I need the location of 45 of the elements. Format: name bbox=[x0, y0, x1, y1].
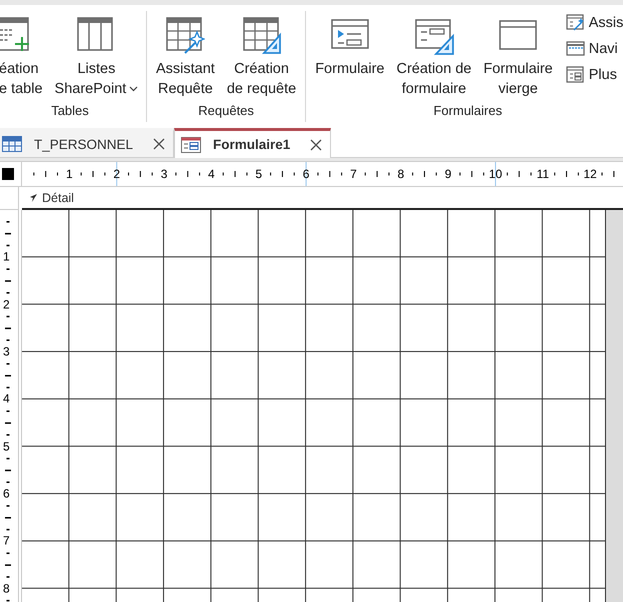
close-icon[interactable] bbox=[310, 138, 322, 150]
ruler-number: 7 bbox=[3, 534, 10, 548]
table-ruler-icon bbox=[242, 15, 282, 55]
ruler-number: 8 bbox=[3, 582, 10, 596]
ruler-number: 4 bbox=[208, 168, 215, 181]
ruler-number: 6 bbox=[302, 168, 310, 181]
ruler-number: 1 bbox=[66, 168, 73, 181]
ribbon-button[interactable]: Listes SharePoint bbox=[52, 11, 142, 101]
close-icon[interactable] bbox=[153, 138, 166, 150]
ribbon-button[interactable]: Plus bbox=[566, 63, 623, 86]
group-label: Requêtes bbox=[198, 103, 254, 118]
ribbon-button[interactable]: Navi bbox=[566, 37, 623, 60]
ruler-number: 1 bbox=[3, 250, 10, 264]
table-icon bbox=[2, 136, 22, 152]
ribbon-button[interactable]: Formulaire bbox=[312, 11, 388, 81]
ribbon-button[interactable]: Création de formulaire bbox=[393, 11, 474, 101]
ribbon-button[interactable]: Création de requête bbox=[224, 11, 300, 101]
window-icon bbox=[566, 39, 585, 58]
ruler-number: 4 bbox=[3, 392, 10, 406]
ruler-number: 6 bbox=[3, 488, 10, 501]
form-icon bbox=[181, 136, 202, 152]
ruler-number: 2 bbox=[113, 168, 120, 181]
ruler-number: 9 bbox=[444, 168, 452, 181]
ribbon-button[interactable]: Assis bbox=[566, 11, 623, 34]
ruler-number: 5 bbox=[3, 440, 10, 454]
ruler-number: 10 bbox=[488, 168, 502, 181]
document-tab[interactable]: T_PERSONNEL bbox=[0, 128, 174, 157]
ruler-number: 3 bbox=[3, 346, 10, 359]
document-tab[interactable]: Formulaire1 bbox=[174, 128, 332, 158]
ribbon-button[interactable]: Assistant Requête bbox=[153, 11, 218, 101]
table-wand-icon bbox=[165, 15, 206, 55]
section-marker-icon bbox=[28, 192, 38, 202]
group-label: Formulaires bbox=[433, 103, 502, 118]
ruler-number: 7 bbox=[350, 168, 357, 181]
group-label: Tables bbox=[51, 103, 89, 118]
ruler-number: 11 bbox=[536, 168, 550, 181]
ruler-number: 3 bbox=[160, 168, 168, 181]
ruler-number: 5 bbox=[255, 168, 262, 181]
ruler-number: 12 bbox=[584, 168, 597, 181]
ruler-number: 8 bbox=[397, 168, 404, 181]
ruler-number: 2 bbox=[3, 298, 10, 312]
form-icon bbox=[566, 65, 585, 84]
form-wand-icon bbox=[566, 13, 585, 32]
ribbon-button[interactable]: Formulaire vierge bbox=[480, 11, 556, 101]
section-label: Détail bbox=[42, 190, 74, 204]
